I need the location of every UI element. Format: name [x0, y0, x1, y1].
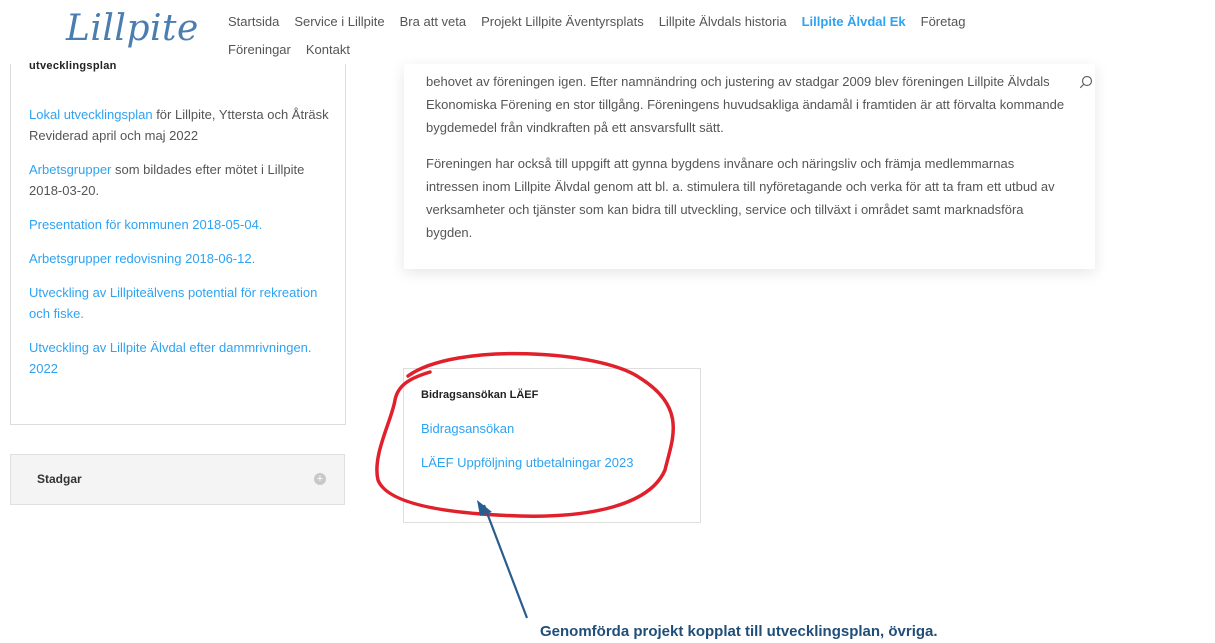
nav-projekt[interactable]: Projekt Lillpite Äventyrsplats [481, 14, 644, 29]
bidragsansokan-link[interactable]: Bidragsansökan [421, 421, 514, 436]
sidebar-link[interactable]: Lokal utvecklingsplan [29, 107, 153, 122]
nav-historia[interactable]: Lillpite Älvdals historia [659, 14, 787, 29]
sidebar-item-redovisning: Arbetsgrupper redovisning 2018-06-12. [29, 248, 341, 269]
main-nav: Startsida Service i Lillpite Bra att vet… [228, 10, 1048, 60]
paragraph-2: Föreningen har också till uppgift att gy… [426, 156, 1055, 240]
bidragsansokan-widget: Bidragsansökan LÄEF Bidragsansökan LÄEF … [403, 368, 701, 523]
expand-plus-icon[interactable]: + [314, 473, 326, 485]
annotation-caption: Genomförda projekt kopplat till utveckli… [540, 623, 938, 640]
nav-service[interactable]: Service i Lillpite [294, 14, 384, 29]
sidebar-link[interactable]: Presentation för kommunen 2018-05-04. [29, 217, 262, 232]
nav-row-2: Föreningar Kontakt [228, 38, 1048, 60]
site-header: Lillpite Startsida Service i Lillpite Br… [0, 0, 1215, 60]
search-icon[interactable] [1079, 75, 1093, 89]
main-text: behovet av föreningen igen. Efter namnän… [426, 70, 1066, 257]
utvecklingsplan-widget: utvecklingsplan Lokal utvecklingsplan fö… [10, 60, 346, 425]
nav-kontakt[interactable]: Kontakt [306, 42, 350, 57]
widget-title: utvecklingsplan [29, 60, 117, 72]
nav-foretag[interactable]: Företag [921, 14, 966, 29]
sidebar-item-presentation: Presentation för kommunen 2018-05-04. [29, 214, 341, 235]
site-logo[interactable]: Lillpite [66, 8, 199, 49]
sidebar-link[interactable]: Utveckling av Lillpite Älvdal efter damm… [29, 340, 312, 376]
sidebar-item-lillpitealven: Utveckling av Lillpiteälvens potential f… [29, 282, 341, 324]
main-content-box: behovet av föreningen igen. Efter namnän… [404, 64, 1095, 269]
sidebar-list: Lokal utvecklingsplan för Lillpite, Ytte… [29, 104, 341, 392]
sidebar-item-arbetsgrupper: Arbetsgrupper som bildades efter mötet i… [29, 159, 341, 201]
nav-foreningar[interactable]: Föreningar [228, 42, 291, 57]
uppfoljning-link[interactable]: LÄEF Uppföljning utbetalningar 2023 [421, 455, 633, 470]
bidrag-title: Bidragsansökan LÄEF [421, 389, 539, 401]
paragraph-1: behovet av föreningen igen. Efter namnän… [426, 74, 1065, 135]
stadgar-title: Stadgar [37, 472, 82, 486]
stadgar-toggle-widget[interactable]: Stadgar + [10, 454, 345, 505]
nav-bra-att-veta[interactable]: Bra att veta [400, 14, 466, 29]
sidebar-item-dammrivningen: Utveckling av Lillpite Älvdal efter damm… [29, 337, 341, 379]
nav-startsida[interactable]: Startsida [228, 14, 279, 29]
sidebar-link[interactable]: Arbetsgrupper redovisning 2018-06-12. [29, 251, 255, 266]
sidebar-link[interactable]: Arbetsgrupper [29, 162, 111, 177]
sidebar-link[interactable]: Utveckling av Lillpiteälvens potential f… [29, 285, 317, 321]
nav-row-1: Startsida Service i Lillpite Bra att vet… [228, 10, 1048, 32]
sidebar-item-lokal-utvecklingsplan: Lokal utvecklingsplan för Lillpite, Ytte… [29, 104, 341, 146]
nav-alvdal-ek[interactable]: Lillpite Älvdal Ek [802, 14, 906, 29]
